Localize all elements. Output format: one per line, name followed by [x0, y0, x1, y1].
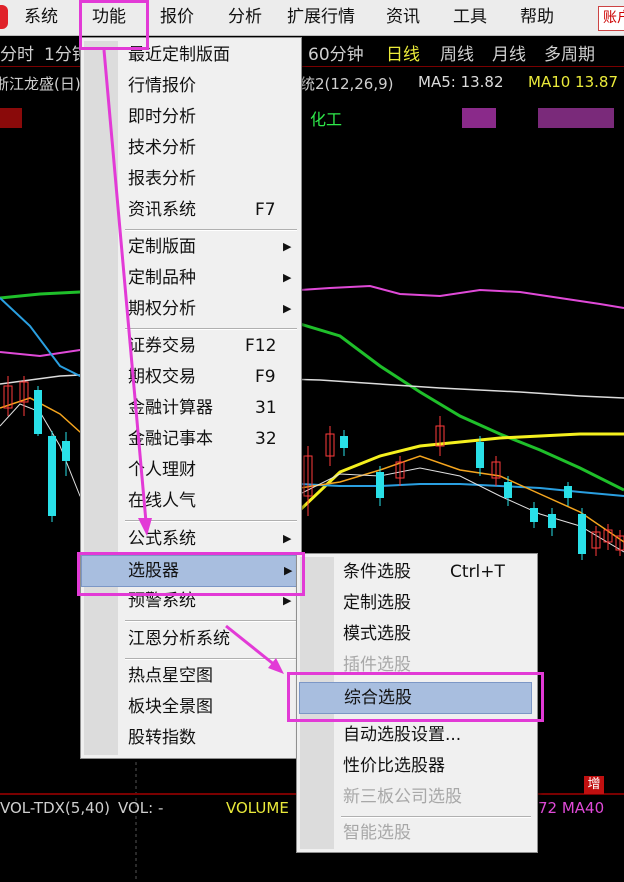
function-menu: 最近定制版面 行情报价 即时分析 技术分析 报表分析 资讯系统 F7 定制版面 ▶ …	[80, 37, 302, 759]
submenu-arrow-icon: ▶	[283, 240, 292, 253]
menu-system[interactable]: 系统	[24, 0, 58, 35]
menu-item-recent-layout[interactable]: 最近定制版面	[128, 40, 296, 70]
menu-item-gann-analysis[interactable]: 江恩分析系统	[128, 624, 296, 654]
submenu-item-smart-pick: 智能选股	[343, 823, 411, 843]
menu-item-news-system[interactable]: 资讯系统 F7	[128, 195, 296, 225]
menu-separator	[125, 520, 297, 522]
menu-item-formula-system[interactable]: 公式系统 ▶	[128, 524, 296, 554]
menu-analysis[interactable]: 分析	[228, 0, 262, 35]
app-logo-icon	[0, 5, 8, 29]
menu-gutter	[84, 41, 118, 755]
annotation-box	[287, 672, 544, 722]
menu-item-realtime-analysis[interactable]: 即时分析	[128, 102, 296, 132]
menu-separator	[125, 658, 297, 660]
menu-tools[interactable]: 工具	[453, 0, 487, 35]
menu-quote[interactable]: 报价	[160, 0, 194, 35]
submenu-item-condition-pick[interactable]: 条件选股 Ctrl+T	[343, 557, 533, 587]
menu-item-report-analysis[interactable]: 报表分析	[128, 164, 296, 194]
menu-item-custom-symbols[interactable]: 定制品种 ▶	[128, 263, 296, 293]
menu-item-neeq-index[interactable]: 股转指数	[128, 723, 296, 753]
submenu-arrow-icon: ▶	[283, 532, 292, 545]
submenu-item-pattern-pick[interactable]: 模式选股	[343, 619, 533, 649]
vol-label: VOL: -	[118, 799, 164, 817]
annotation-box	[79, 0, 149, 50]
menu-separator	[125, 620, 297, 622]
menu-item-securities-trading[interactable]: 证券交易 F12	[128, 331, 296, 361]
volume-indicator: VOL-TDX(5,40)	[0, 799, 111, 817]
volume-label: VOLUME	[226, 799, 289, 817]
submenu-item-auto-pick-settings[interactable]: 自动选股设置...	[343, 720, 533, 750]
menu-item-quotes[interactable]: 行情报价	[128, 71, 296, 101]
menu-item-options-trading[interactable]: 期权交易 F9	[128, 362, 296, 392]
menu-separator	[125, 328, 297, 330]
menu-item-online-popularity[interactable]: 在线人气	[128, 486, 296, 516]
menu-news[interactable]: 资讯	[386, 0, 420, 35]
menu-item-personal-finance[interactable]: 个人理财	[128, 455, 296, 485]
menu-item-technical-analysis[interactable]: 技术分析	[128, 133, 296, 163]
menu-extended-quotes[interactable]: 扩展行情	[287, 0, 355, 35]
submenu-item-value-picker[interactable]: 性价比选股器	[343, 751, 533, 781]
menu-separator	[125, 229, 297, 231]
submenu-arrow-icon: ▶	[283, 302, 292, 315]
ma40-label: 72 MA40	[538, 799, 605, 817]
annotation-box	[77, 552, 305, 596]
menu-help[interactable]: 帮助	[520, 0, 554, 35]
menu-item-financial-notebook[interactable]: 金融记事本 32	[128, 424, 296, 454]
menu-item-custom-layout[interactable]: 定制版面 ▶	[128, 232, 296, 262]
marker-badge: 增	[584, 776, 604, 794]
submenu-item-neeq-pick: 新三板公司选股	[343, 787, 462, 807]
submenu-arrow-icon: ▶	[283, 271, 292, 284]
account-button[interactable]: 账户	[598, 6, 624, 31]
menu-item-hotspot-map[interactable]: 热点星空图	[128, 661, 296, 691]
menu-item-options-analysis[interactable]: 期权分析 ▶	[128, 294, 296, 324]
menu-item-financial-calculator[interactable]: 金融计算器 31	[128, 393, 296, 423]
menu-item-sector-panorama[interactable]: 板块全景图	[128, 692, 296, 722]
submenu-item-custom-pick[interactable]: 定制选股	[343, 588, 533, 618]
